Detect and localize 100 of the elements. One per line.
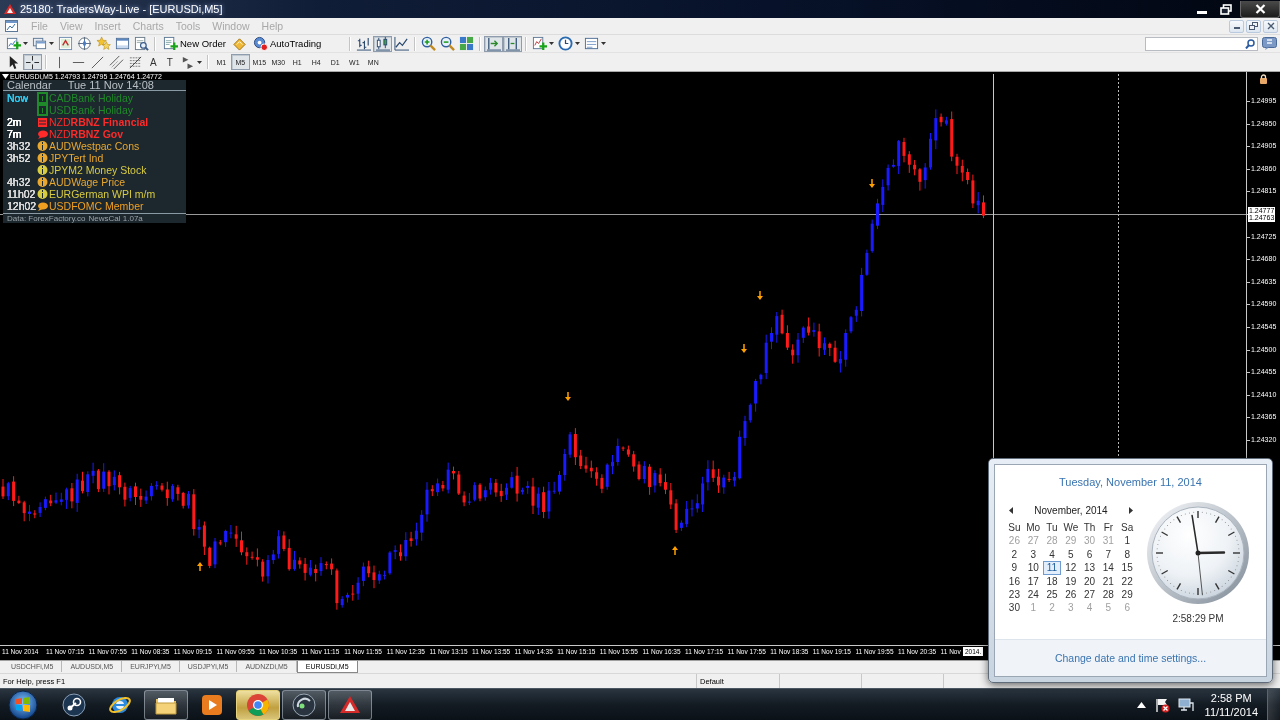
calendar-day[interactable]: 20 (1080, 574, 1099, 588)
triangle-down-icon[interactable] (2, 74, 9, 79)
caret-up-icon[interactable] (1136, 701, 1146, 708)
close-button[interactable] (1240, 0, 1280, 18)
caret-icon (196, 60, 202, 64)
trend-line-icon[interactable] (90, 54, 105, 70)
event-title: RBNZ Gov (70, 128, 124, 140)
dropdown-button[interactable] (4, 35, 30, 52)
calendar-day[interactable]: 1 (1117, 534, 1137, 548)
new-order-button[interactable]: New Order (159, 35, 230, 52)
calendar-day[interactable]: 26 (1061, 587, 1081, 602)
month-label: November, 2014 (1034, 504, 1108, 516)
event-time: 12h02 (7, 200, 37, 212)
channel-icon[interactable] (109, 54, 124, 70)
dropdown-button[interactable] (556, 35, 583, 52)
calendar-day[interactable]: 15 (1117, 561, 1137, 575)
caret-right-icon[interactable] (1129, 506, 1133, 514)
dropdown-button[interactable] (582, 35, 609, 52)
tile-windows-icon[interactable] (459, 36, 475, 51)
zoom-in-icon[interactable] (421, 36, 437, 51)
text-tool-button[interactable]: A (145, 54, 162, 70)
zoom-out-icon[interactable] (440, 36, 456, 51)
calendar-day[interactable]: 8 (1117, 547, 1137, 562)
taskbar-button[interactable] (236, 689, 280, 720)
calendar-day[interactable]: 12 (1061, 561, 1081, 575)
version-text: NewsCal 1.07a (88, 214, 143, 223)
calendar-day[interactable]: 18 (1042, 574, 1062, 588)
calendar-day[interactable]: 13 (1080, 561, 1099, 575)
taskbar-button[interactable] (328, 689, 372, 720)
event-title: FOMC Member (71, 200, 144, 212)
calendar-day[interactable]: 4 (1042, 547, 1062, 562)
down-arrow-icon (741, 343, 747, 353)
fibonacci-icon[interactable] (128, 54, 143, 70)
calendar-day[interactable]: 21 (1099, 574, 1118, 588)
calendar-day[interactable]: 10 (1023, 561, 1043, 575)
search-field[interactable] (1145, 36, 1258, 51)
calendar-day[interactable]: 28 (1099, 587, 1118, 602)
document-magnifier-icon[interactable] (134, 36, 149, 51)
window-title: 25180: TradersWay-Live - [EURUSDi,M5] (20, 3, 223, 15)
padlock-icon[interactable] (1259, 74, 1268, 84)
text-label-button[interactable]: T (161, 54, 178, 70)
start-orb-icon[interactable] (6, 689, 40, 720)
event-time: 4h32 (7, 176, 31, 188)
calendar-day[interactable]: 17 (1023, 574, 1043, 588)
calendar-day[interactable]: 25 (1042, 587, 1062, 602)
calendar-day[interactable]: 14 (1099, 561, 1118, 575)
settings-link[interactable]: Change date and time settings... (1054, 652, 1207, 664)
taskbar-clock-button[interactable]: 2:58 PM 11/11/2014 (1201, 690, 1261, 719)
calendar-day[interactable]: 11 (1042, 561, 1062, 575)
disc-logo-icon[interactable] (62, 692, 86, 717)
ohlc-bars-icon[interactable] (356, 36, 372, 51)
currency-label: USD (49, 104, 72, 116)
calendar-day[interactable]: 16 (1005, 574, 1024, 588)
show-desktop-button[interactable] (1267, 689, 1280, 720)
calendar-day[interactable]: 9 (1005, 561, 1024, 575)
message-icon[interactable] (1262, 37, 1277, 50)
dropdown-button[interactable] (530, 35, 557, 52)
calendar-day[interactable]: 6 (1080, 547, 1099, 562)
play-tile-icon[interactable] (200, 692, 224, 717)
autotrading-button[interactable]: AutoTrading (248, 35, 326, 52)
calendar-day[interactable]: 7 (1099, 547, 1118, 562)
restore-button[interactable] (1246, 19, 1261, 33)
calendar-day[interactable]: 5 (1061, 547, 1081, 562)
flag-icon[interactable] (1153, 696, 1170, 713)
currency-label: CAD (49, 92, 72, 104)
star-icon[interactable] (96, 36, 111, 51)
weekday-label: Mo (1025, 521, 1042, 535)
toggle-button[interactable] (503, 35, 523, 52)
weekday-label: Su (1007, 521, 1022, 535)
taskbar-button[interactable] (282, 689, 326, 720)
calendar-day[interactable]: 19 (1061, 574, 1081, 588)
taskbar-button[interactable] (144, 689, 188, 720)
compass-icon[interactable] (77, 36, 92, 51)
calendar-day[interactable]: 22 (1117, 574, 1137, 588)
toggle-button[interactable] (23, 54, 42, 70)
close-button[interactable] (1263, 19, 1278, 33)
crosshair-icon (25, 54, 40, 70)
line-chart-icon[interactable] (394, 36, 410, 51)
caret-left-icon[interactable] (1009, 506, 1013, 514)
dropdown-button[interactable] (30, 35, 56, 52)
segmented-circle-icon (246, 692, 270, 717)
calendar-day[interactable]: 3 (1023, 547, 1043, 562)
calendar-day[interactable]: 2 (1005, 547, 1024, 562)
caret-window-icon[interactable] (58, 36, 73, 51)
calendar-day[interactable]: 24 (1023, 587, 1043, 602)
calendar-day[interactable]: 23 (1005, 587, 1024, 602)
minimize-button[interactable] (1229, 19, 1244, 33)
toggle-button[interactable] (484, 35, 504, 52)
event-title: M2 Money Stock (68, 164, 147, 176)
calendar-day[interactable]: 30 (1005, 601, 1024, 615)
event-title: RBNZ Financial (70, 116, 149, 128)
calendar-day[interactable]: 29 (1117, 587, 1137, 602)
panel-window-icon[interactable] (115, 36, 130, 51)
calendar-day[interactable]: 27 (1080, 587, 1099, 602)
network-icon[interactable] (1177, 696, 1194, 713)
search-icon[interactable] (1245, 38, 1255, 49)
date-link[interactable]: Tuesday, November 11, 2014 (1059, 475, 1202, 489)
restore-icon (1249, 22, 1258, 30)
toggle-button[interactable] (373, 35, 393, 52)
event-title: German WPI m/m (71, 188, 156, 200)
